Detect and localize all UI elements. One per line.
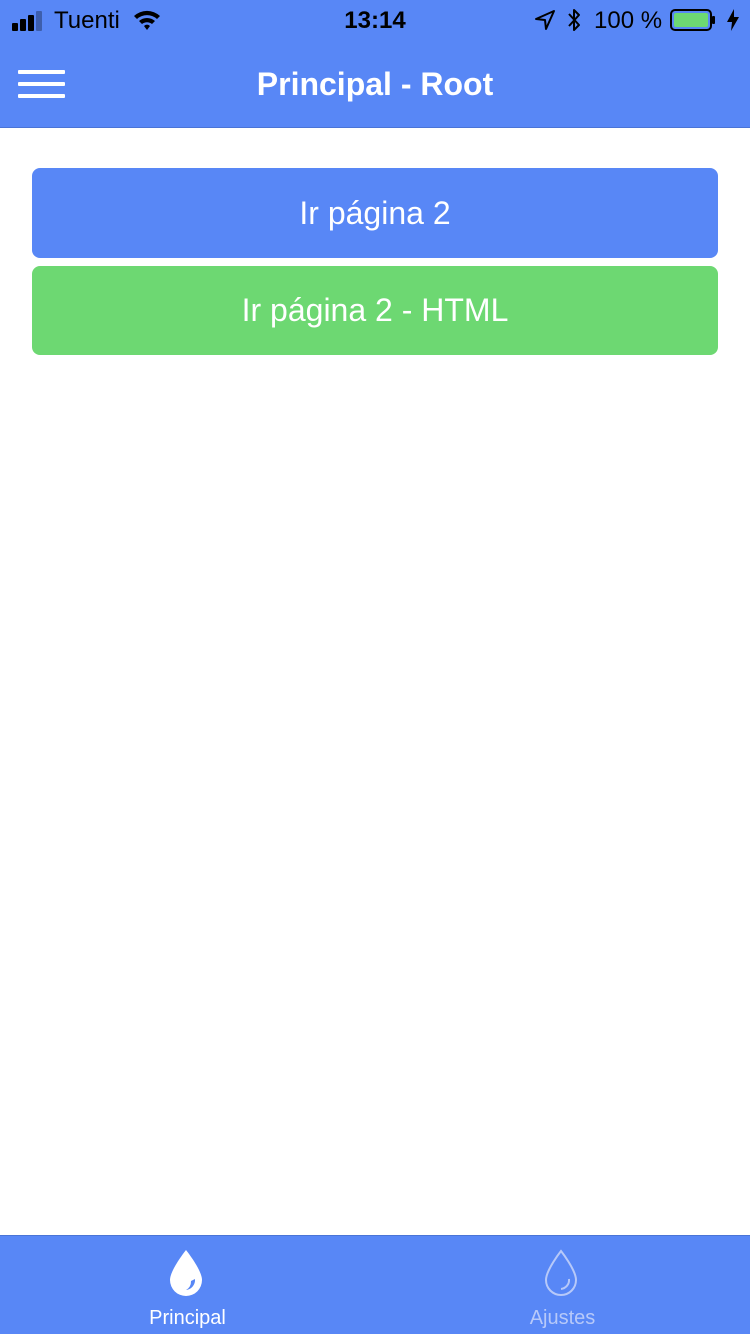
tab-bar: Principal Ajustes bbox=[0, 1235, 750, 1334]
tab-label: Ajustes bbox=[529, 1307, 596, 1329]
battery-icon bbox=[670, 9, 715, 31]
bluetooth-icon bbox=[568, 9, 580, 31]
tab-label: Principal bbox=[149, 1307, 226, 1329]
battery-percent: 100 % bbox=[594, 7, 663, 34]
header: Tuenti 13:14 100 % Principal - Root bbox=[0, 0, 750, 128]
tab-principal[interactable]: Principal bbox=[0, 1236, 375, 1334]
water-drop-icon bbox=[170, 1250, 202, 1296]
go-page-2-html-button[interactable]: Ir página 2 - HTML bbox=[32, 266, 718, 355]
tab-ajustes[interactable]: Ajustes bbox=[375, 1236, 750, 1334]
location-arrow-icon bbox=[535, 10, 555, 30]
status-bar: Tuenti 13:14 100 % bbox=[0, 0, 750, 40]
charging-bolt-icon bbox=[727, 9, 739, 31]
page-title: Principal - Root bbox=[256, 66, 494, 102]
app-screen: Tuenti 13:14 100 % Principal - Root Ir p… bbox=[0, 0, 750, 1334]
water-drop-outline-icon bbox=[544, 1249, 578, 1296]
navigation-bar: Principal - Root bbox=[0, 40, 750, 128]
go-page-2-button[interactable]: Ir página 2 bbox=[32, 168, 718, 258]
